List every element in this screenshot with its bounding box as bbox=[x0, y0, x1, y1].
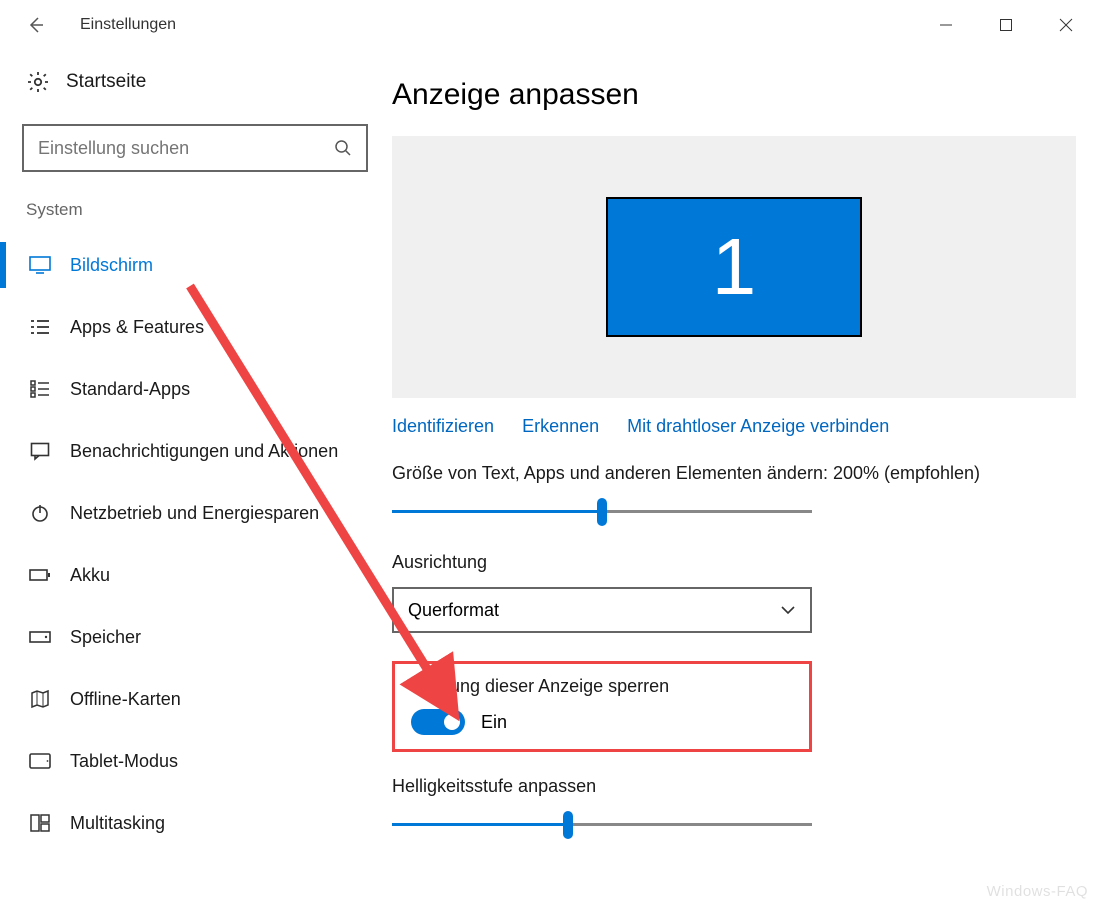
display-preview: 1 bbox=[392, 136, 1076, 398]
monitor-1[interactable]: 1 bbox=[606, 197, 862, 337]
sidebar-item-notifications[interactable]: Benachrichtigungen und Aktionen bbox=[22, 420, 380, 482]
sidebar: Startseite System Bildschirm Apps & Feat… bbox=[0, 50, 380, 906]
rotation-lock-toggle-row: Ein bbox=[411, 709, 793, 735]
sidebar-item-maps[interactable]: Offline-Karten bbox=[22, 668, 380, 730]
message-icon bbox=[28, 441, 52, 461]
home-link[interactable]: Startseite bbox=[22, 70, 380, 94]
sidebar-item-multitasking[interactable]: Multitasking bbox=[22, 792, 380, 854]
sidebar-item-label: Bildschirm bbox=[70, 255, 153, 276]
brightness-label: Helligkeitsstufe anpassen bbox=[392, 776, 1076, 797]
search-box[interactable] bbox=[22, 124, 368, 172]
map-icon bbox=[28, 689, 52, 709]
back-button[interactable] bbox=[18, 7, 54, 43]
detect-link[interactable]: Erkennen bbox=[522, 416, 599, 437]
power-icon bbox=[28, 503, 52, 523]
rotation-lock-state: Ein bbox=[481, 712, 507, 733]
sidebar-item-label: Netzbetrieb und Energiesparen bbox=[70, 503, 319, 524]
main-panel: Anzeige anpassen 1 Identifizieren Erkenn… bbox=[380, 50, 1096, 906]
scale-label: Größe von Text, Apps und anderen Element… bbox=[392, 463, 1076, 484]
monitor-icon bbox=[28, 255, 52, 275]
search-input[interactable] bbox=[38, 138, 334, 159]
sidebar-item-label: Tablet-Modus bbox=[70, 751, 178, 772]
scale-slider[interactable] bbox=[392, 498, 812, 526]
sidebar-item-battery[interactable]: Akku bbox=[22, 544, 380, 606]
rotation-lock-highlight: Drehung dieser Anzeige sperren Ein bbox=[392, 661, 812, 752]
page-heading: Anzeige anpassen bbox=[392, 78, 1076, 112]
section-header: System bbox=[22, 200, 380, 220]
maximize-button[interactable] bbox=[976, 5, 1036, 45]
search-icon bbox=[334, 139, 352, 157]
sidebar-item-label: Akku bbox=[70, 565, 110, 586]
minimize-icon bbox=[939, 18, 953, 32]
home-label: Startseite bbox=[66, 71, 146, 93]
orientation-select[interactable]: Querformat bbox=[392, 587, 812, 633]
close-button[interactable] bbox=[1036, 5, 1096, 45]
back-arrow-icon bbox=[26, 15, 46, 35]
close-icon bbox=[1059, 18, 1073, 32]
chevron-down-icon bbox=[780, 605, 796, 615]
sidebar-item-tablet[interactable]: Tablet-Modus bbox=[22, 730, 380, 792]
display-actions: Identifizieren Erkennen Mit drahtloser A… bbox=[392, 416, 1076, 437]
rotation-lock-toggle[interactable] bbox=[411, 709, 465, 735]
watermark: Windows-FAQ bbox=[987, 883, 1088, 900]
slider-thumb[interactable] bbox=[597, 498, 607, 526]
slider-fill bbox=[392, 823, 568, 826]
sidebar-item-display[interactable]: Bildschirm bbox=[22, 234, 380, 296]
tablet-icon bbox=[28, 753, 52, 769]
brightness-slider[interactable] bbox=[392, 811, 812, 839]
maximize-icon bbox=[999, 18, 1013, 32]
monitor-number: 1 bbox=[712, 221, 757, 313]
wireless-link[interactable]: Mit drahtloser Anzeige verbinden bbox=[627, 416, 889, 437]
identify-link[interactable]: Identifizieren bbox=[392, 416, 494, 437]
sidebar-item-apps[interactable]: Apps & Features bbox=[22, 296, 380, 358]
window-title: Einstellungen bbox=[80, 16, 176, 34]
sidebar-item-label: Standard-Apps bbox=[70, 379, 190, 400]
orientation-label: Ausrichtung bbox=[392, 552, 1076, 573]
rotation-lock-label: Drehung dieser Anzeige sperren bbox=[411, 676, 793, 697]
multitasking-icon bbox=[28, 814, 52, 832]
sidebar-item-label: Speicher bbox=[70, 627, 141, 648]
grid-list-icon bbox=[28, 380, 52, 398]
battery-icon bbox=[28, 568, 52, 582]
slider-thumb[interactable] bbox=[563, 811, 573, 839]
window-controls bbox=[916, 5, 1096, 45]
sidebar-item-label: Benachrichtigungen und Aktionen bbox=[70, 441, 338, 462]
sidebar-item-label: Multitasking bbox=[70, 813, 165, 834]
sidebar-item-label: Apps & Features bbox=[70, 317, 204, 338]
minimize-button[interactable] bbox=[916, 5, 976, 45]
gear-icon bbox=[26, 70, 50, 94]
slider-fill bbox=[392, 510, 602, 513]
list-icon bbox=[28, 318, 52, 336]
sidebar-item-storage[interactable]: Speicher bbox=[22, 606, 380, 668]
sidebar-item-power[interactable]: Netzbetrieb und Energiesparen bbox=[22, 482, 380, 544]
storage-icon bbox=[28, 631, 52, 643]
orientation-value: Querformat bbox=[408, 600, 499, 621]
sidebar-item-label: Offline-Karten bbox=[70, 689, 181, 710]
titlebar: Einstellungen bbox=[0, 0, 1096, 50]
sidebar-item-default-apps[interactable]: Standard-Apps bbox=[22, 358, 380, 420]
